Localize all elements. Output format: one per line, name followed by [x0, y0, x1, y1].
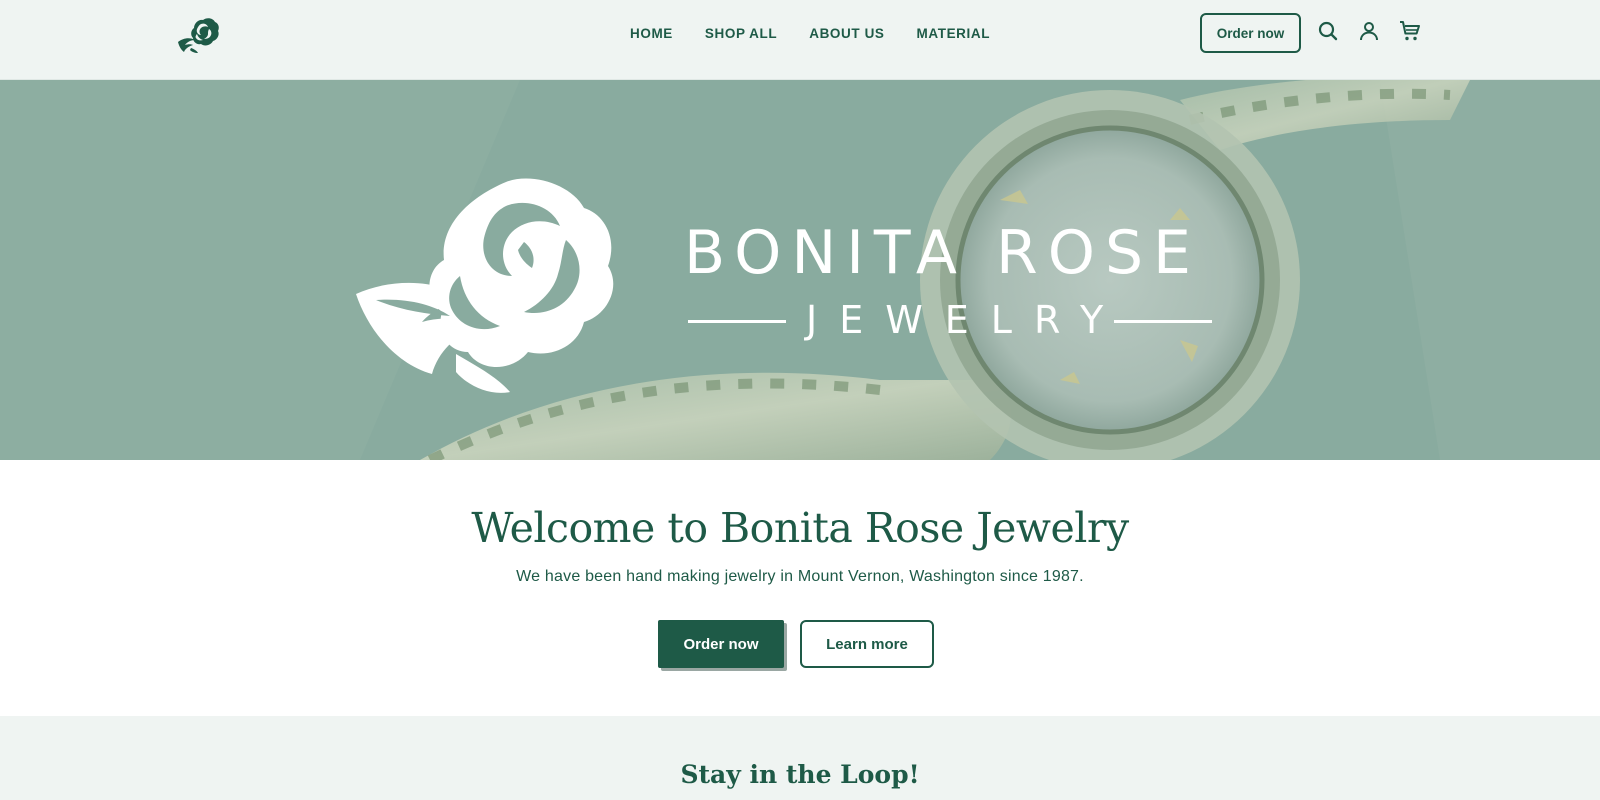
- order-now-button[interactable]: Order now: [658, 620, 784, 668]
- account-icon[interactable]: [1357, 19, 1381, 43]
- learn-more-button[interactable]: Learn more: [800, 620, 934, 668]
- main-nav: HOME SHOP ALL ABOUT US MATERIAL: [614, 0, 1006, 66]
- search-icon[interactable]: [1316, 19, 1340, 43]
- brand-subtitle: JEWELRY: [806, 298, 1126, 342]
- brand-subtitle-row: JEWELRY: [688, 298, 1212, 344]
- divider-line: [1114, 320, 1212, 323]
- newsletter-section: Stay in the Loop!: [0, 716, 1600, 800]
- nav-item-material[interactable]: MATERIAL: [901, 26, 1007, 41]
- cart-icon[interactable]: [1398, 19, 1422, 43]
- welcome-section: Welcome to Bonita Rose Jewelry We have b…: [0, 460, 1600, 716]
- site-header: HOME SHOP ALL ABOUT US MATERIAL Order no…: [0, 0, 1600, 80]
- nav-item-about-us[interactable]: ABOUT US: [793, 26, 900, 41]
- brand-title: BONITA ROSE: [684, 218, 1201, 288]
- welcome-text: We have been hand making jewelry in Moun…: [516, 568, 1084, 585]
- hero-banner: BONITA ROSE JEWELRY: [0, 80, 1600, 460]
- brand-rose-logo: [356, 178, 614, 393]
- nav-item-home[interactable]: HOME: [614, 26, 689, 41]
- nav-item-shop-all[interactable]: SHOP ALL: [689, 26, 793, 41]
- welcome-title: Welcome to Bonita Rose Jewelry: [471, 504, 1129, 552]
- divider-line: [688, 320, 786, 323]
- newsletter-title: Stay in the Loop!: [680, 760, 920, 789]
- rose-logo-icon[interactable]: [176, 14, 224, 54]
- header-order-button[interactable]: Order now: [1200, 13, 1301, 53]
